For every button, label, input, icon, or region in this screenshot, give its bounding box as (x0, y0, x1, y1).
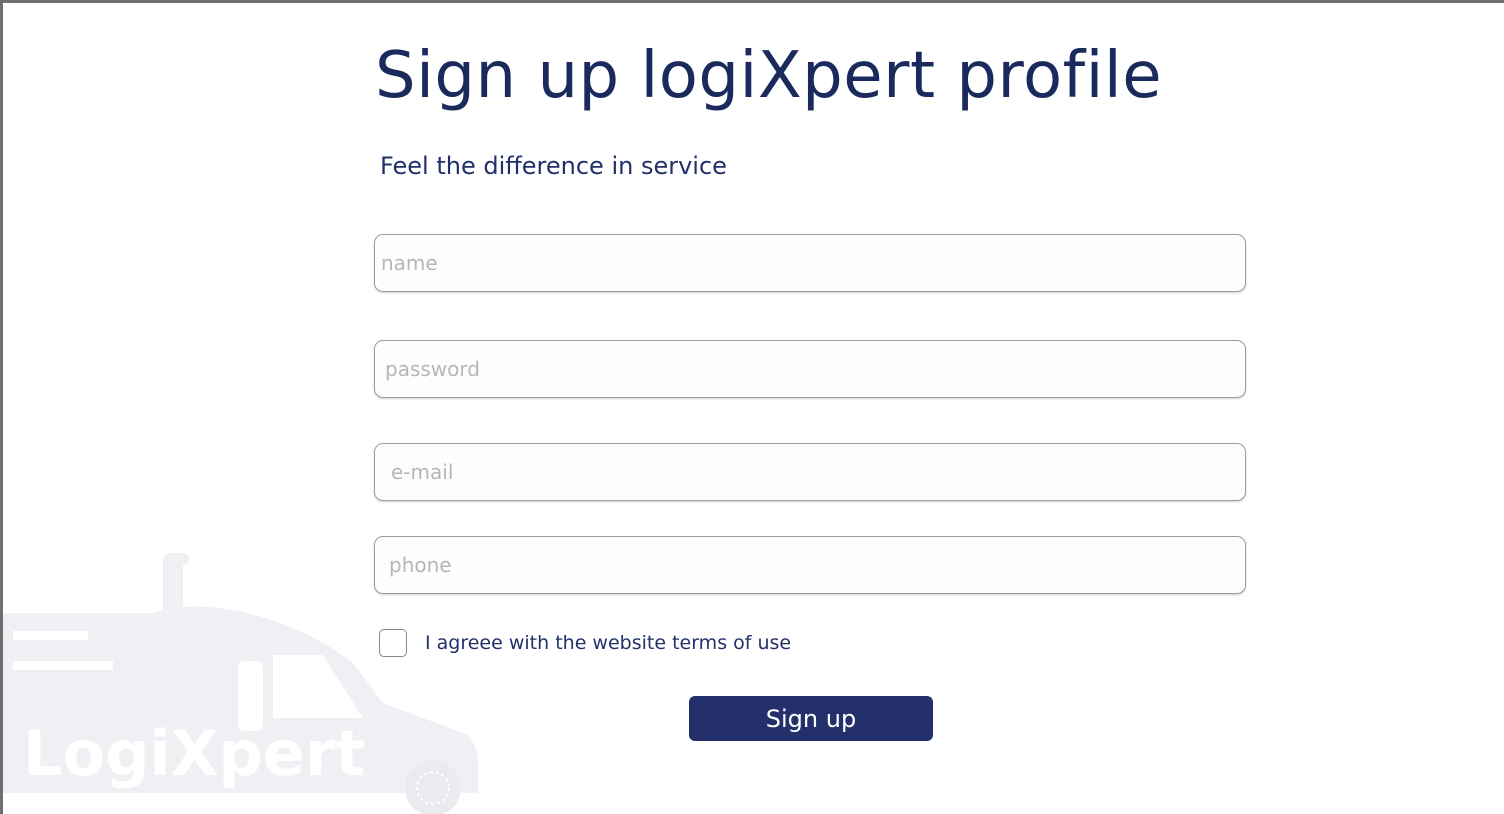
terms-label[interactable]: I agreee with the website terms of use (425, 632, 791, 654)
email-input[interactable] (374, 443, 1246, 501)
name-input[interactable] (374, 234, 1246, 292)
signup-page: LogiXpert Sign up logiXpert profile Feel… (0, 0, 1504, 814)
watermark-logo-text: LogiXpert (23, 717, 365, 790)
page-subtitle: Feel the difference in service (380, 152, 727, 180)
sign-up-button[interactable]: Sign up (689, 696, 933, 741)
phone-input[interactable] (374, 536, 1246, 594)
page-title: Sign up logiXpert profile (375, 39, 1163, 113)
terms-checkbox[interactable] (379, 629, 407, 657)
password-input[interactable] (374, 340, 1246, 398)
terms-row: I agreee with the website terms of use (379, 628, 791, 658)
